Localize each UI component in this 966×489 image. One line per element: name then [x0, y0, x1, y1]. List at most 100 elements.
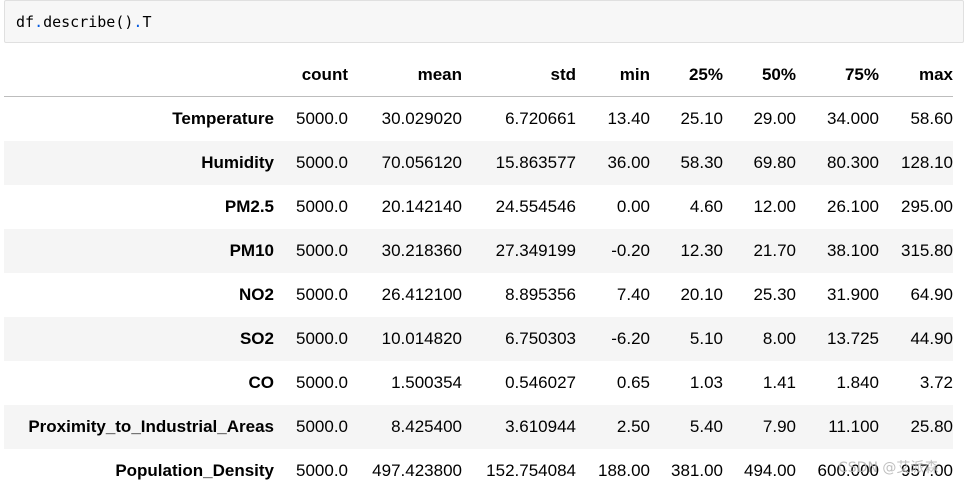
- cell-min: -6.20: [611, 329, 650, 348]
- cell-50pct: 8.00: [762, 329, 796, 348]
- cell-25pct: 20.10: [680, 285, 723, 304]
- code-token-parens: (): [115, 13, 134, 31]
- cell-count: 5000.0: [296, 329, 348, 348]
- row-label: PM2.5: [224, 197, 274, 216]
- cell-std: 24.554546: [495, 197, 576, 216]
- table-row: PM10 5000.0 30.218360 27.349199 -0.20 12…: [4, 229, 953, 273]
- cell-min: 0.65: [616, 373, 650, 392]
- cell-75pct: 38.100: [827, 241, 879, 260]
- cell-75pct: 26.100: [827, 197, 879, 216]
- cell-min: -0.20: [611, 241, 650, 260]
- header-25pct: 25%: [650, 53, 723, 97]
- cell-max: 25.80: [910, 417, 953, 436]
- watermark: CSDN @艾派森: [838, 460, 939, 476]
- cell-25pct: 12.30: [680, 241, 723, 260]
- cell-25pct: 58.30: [680, 153, 723, 172]
- cell-25pct: 5.40: [689, 417, 723, 436]
- cell-75pct: 13.725: [827, 329, 879, 348]
- cell-min: 188.00: [598, 461, 650, 480]
- cell-max: 44.90: [910, 329, 953, 348]
- row-label: Proximity_to_Industrial_Areas: [28, 417, 274, 436]
- cell-50pct: 494.00: [744, 461, 796, 480]
- cell-count: 5000.0: [296, 153, 348, 172]
- table-header: count mean std min 25% 50% 75% max: [4, 53, 953, 97]
- code-token-describe: describe: [43, 13, 116, 31]
- row-label: PM10: [229, 241, 274, 260]
- cell-count: 5000.0: [296, 197, 348, 216]
- cell-mean: 497.423800: [372, 461, 462, 480]
- cell-25pct: 25.10: [680, 109, 723, 128]
- cell-mean: 1.500354: [391, 373, 462, 392]
- cell-count: 5000.0: [296, 373, 348, 392]
- cell-mean: 30.218360: [381, 241, 462, 260]
- cell-25pct: 381.00: [671, 461, 723, 480]
- header-row: count mean std min 25% 50% 75% max: [4, 53, 953, 97]
- table-row: Temperature 5000.0 30.029020 6.720661 13…: [4, 97, 953, 142]
- header-min: min: [576, 53, 650, 97]
- cell-count: 5000.0: [296, 241, 348, 260]
- cell-mean: 26.412100: [381, 285, 462, 304]
- cell-min: 7.40: [616, 285, 650, 304]
- table-row: Proximity_to_Industrial_Areas 5000.0 8.4…: [4, 405, 953, 449]
- cell-count: 5000.0: [296, 109, 348, 128]
- cell-mean: 30.029020: [381, 109, 462, 128]
- table-body: Temperature 5000.0 30.029020 6.720661 13…: [4, 97, 953, 489]
- header-index: [4, 53, 274, 97]
- cell-min: 13.40: [607, 109, 650, 128]
- cell-75pct: 11.100: [828, 417, 879, 436]
- cell-mean: 8.425400: [391, 417, 462, 436]
- table-row: PM2.5 5000.0 20.142140 24.554546 0.00 4.…: [4, 185, 953, 229]
- code-line: df.describe().T: [16, 12, 151, 32]
- cell-50pct: 7.90: [762, 417, 796, 436]
- cell-std: 27.349199: [495, 241, 576, 260]
- cell-50pct: 12.00: [753, 197, 796, 216]
- code-token-t: T: [142, 13, 152, 31]
- cell-count: 5000.0: [296, 285, 348, 304]
- table-row: SO2 5000.0 10.014820 6.750303 -6.20 5.10…: [4, 317, 953, 361]
- table-row: Humidity 5000.0 70.056120 15.863577 36.0…: [4, 141, 953, 185]
- cell-25pct: 4.60: [689, 197, 723, 216]
- cell-25pct: 5.10: [689, 329, 723, 348]
- cell-max: 64.90: [910, 285, 953, 304]
- header-max: max: [879, 53, 953, 97]
- cell-count: 5000.0: [296, 417, 348, 436]
- cell-max: 315.80: [901, 241, 953, 260]
- output-area: count mean std min 25% 50% 75% max Tempe…: [4, 53, 964, 489]
- cell-50pct: 21.70: [753, 241, 796, 260]
- cell-min: 2.50: [616, 417, 650, 436]
- cell-std: 0.546027: [505, 373, 576, 392]
- cell-75pct: 34.000: [827, 109, 879, 128]
- cell-count: 5000.0: [296, 461, 348, 480]
- cell-50pct: 29.00: [753, 109, 796, 128]
- cell-50pct: 1.41: [762, 373, 796, 392]
- cell-mean: 10.014820: [381, 329, 462, 348]
- row-label: Population_Density: [115, 461, 274, 480]
- cell-mean: 20.142140: [381, 197, 462, 216]
- cell-25pct: 1.03: [689, 373, 723, 392]
- header-std: std: [462, 53, 576, 97]
- cell-50pct: 25.30: [753, 285, 796, 304]
- cell-min: 36.00: [607, 153, 650, 172]
- header-50pct: 50%: [723, 53, 796, 97]
- describe-table: count mean std min 25% 50% 75% max Tempe…: [4, 53, 953, 489]
- cell-std: 6.750303: [505, 329, 576, 348]
- cell-50pct: 69.80: [753, 153, 796, 172]
- table-row: CO 5000.0 1.500354 0.546027 0.65 1.03 1.…: [4, 361, 954, 405]
- row-label: Temperature: [172, 109, 274, 128]
- cell-max: 58.60: [910, 109, 953, 128]
- header-75pct: 75%: [796, 53, 879, 97]
- cell-std: 8.895356: [505, 285, 576, 304]
- cell-std: 15.863577: [495, 153, 576, 172]
- cell-std: 3.610944: [505, 417, 576, 436]
- header-mean: mean: [348, 53, 462, 97]
- code-token-df: df: [16, 13, 35, 31]
- cell-mean: 70.056120: [381, 153, 462, 172]
- cell-max: 128.10: [901, 153, 953, 172]
- cell-max: 295.00: [901, 197, 953, 216]
- table-row: Population_Density 5000.0 497.423800 152…: [4, 449, 953, 489]
- code-cell[interactable]: df.describe().T: [4, 0, 964, 43]
- row-label: NO2: [239, 285, 274, 304]
- row-label: CO: [248, 373, 275, 392]
- row-label: Humidity: [201, 153, 274, 172]
- cell-75pct: 1.840: [836, 373, 879, 392]
